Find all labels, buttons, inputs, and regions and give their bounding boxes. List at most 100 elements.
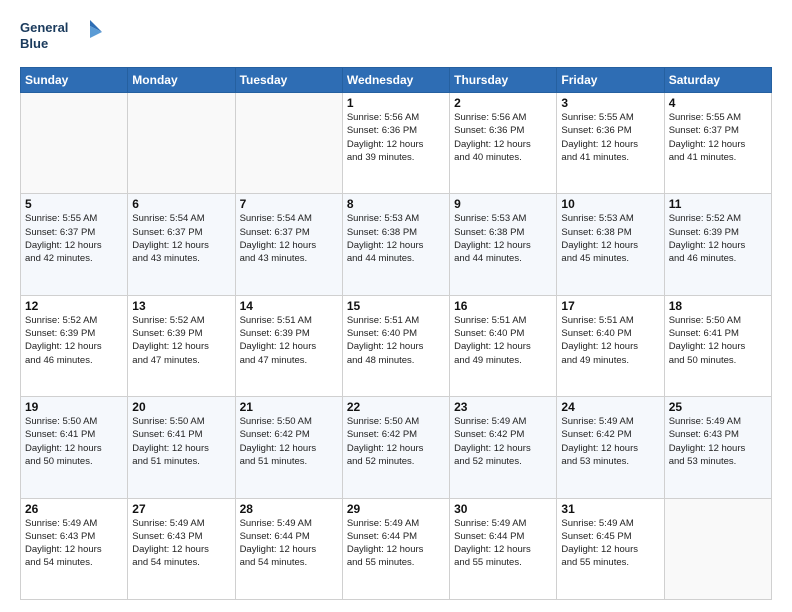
- day-header-saturday: Saturday: [664, 68, 771, 93]
- day-number: 6: [132, 197, 230, 211]
- calendar-cell: 11Sunrise: 5:52 AM Sunset: 6:39 PM Dayli…: [664, 194, 771, 295]
- calendar-cell: 18Sunrise: 5:50 AM Sunset: 6:41 PM Dayli…: [664, 295, 771, 396]
- day-number: 27: [132, 502, 230, 516]
- calendar-cell: 5Sunrise: 5:55 AM Sunset: 6:37 PM Daylig…: [21, 194, 128, 295]
- calendar-cell: 16Sunrise: 5:51 AM Sunset: 6:40 PM Dayli…: [450, 295, 557, 396]
- day-info: Sunrise: 5:56 AM Sunset: 6:36 PM Dayligh…: [347, 111, 445, 164]
- day-number: 18: [669, 299, 767, 313]
- day-number: 30: [454, 502, 552, 516]
- logo-text: General Blue: [20, 16, 110, 59]
- day-info: Sunrise: 5:55 AM Sunset: 6:37 PM Dayligh…: [669, 111, 767, 164]
- day-info: Sunrise: 5:53 AM Sunset: 6:38 PM Dayligh…: [454, 212, 552, 265]
- day-number: 17: [561, 299, 659, 313]
- day-info: Sunrise: 5:52 AM Sunset: 6:39 PM Dayligh…: [669, 212, 767, 265]
- day-number: 7: [240, 197, 338, 211]
- day-number: 1: [347, 96, 445, 110]
- day-info: Sunrise: 5:52 AM Sunset: 6:39 PM Dayligh…: [25, 314, 123, 367]
- calendar-cell: 26Sunrise: 5:49 AM Sunset: 6:43 PM Dayli…: [21, 498, 128, 599]
- day-info: Sunrise: 5:49 AM Sunset: 6:43 PM Dayligh…: [132, 517, 230, 570]
- calendar-cell: 22Sunrise: 5:50 AM Sunset: 6:42 PM Dayli…: [342, 397, 449, 498]
- day-number: 23: [454, 400, 552, 414]
- day-info: Sunrise: 5:50 AM Sunset: 6:42 PM Dayligh…: [240, 415, 338, 468]
- week-row-1: 5Sunrise: 5:55 AM Sunset: 6:37 PM Daylig…: [21, 194, 772, 295]
- day-info: Sunrise: 5:49 AM Sunset: 6:44 PM Dayligh…: [240, 517, 338, 570]
- day-number: 26: [25, 502, 123, 516]
- day-number: 24: [561, 400, 659, 414]
- day-number: 14: [240, 299, 338, 313]
- day-number: 20: [132, 400, 230, 414]
- day-info: Sunrise: 5:49 AM Sunset: 6:42 PM Dayligh…: [561, 415, 659, 468]
- day-header-monday: Monday: [128, 68, 235, 93]
- calendar-cell: 8Sunrise: 5:53 AM Sunset: 6:38 PM Daylig…: [342, 194, 449, 295]
- day-info: Sunrise: 5:51 AM Sunset: 6:40 PM Dayligh…: [347, 314, 445, 367]
- calendar-cell: 6Sunrise: 5:54 AM Sunset: 6:37 PM Daylig…: [128, 194, 235, 295]
- day-info: Sunrise: 5:49 AM Sunset: 6:43 PM Dayligh…: [25, 517, 123, 570]
- calendar-cell: 17Sunrise: 5:51 AM Sunset: 6:40 PM Dayli…: [557, 295, 664, 396]
- svg-text:General: General: [20, 20, 68, 35]
- day-number: 21: [240, 400, 338, 414]
- day-info: Sunrise: 5:49 AM Sunset: 6:44 PM Dayligh…: [454, 517, 552, 570]
- day-number: 10: [561, 197, 659, 211]
- calendar-cell: 30Sunrise: 5:49 AM Sunset: 6:44 PM Dayli…: [450, 498, 557, 599]
- day-number: 2: [454, 96, 552, 110]
- calendar-cell: 25Sunrise: 5:49 AM Sunset: 6:43 PM Dayli…: [664, 397, 771, 498]
- day-number: 9: [454, 197, 552, 211]
- calendar-cell: 7Sunrise: 5:54 AM Sunset: 6:37 PM Daylig…: [235, 194, 342, 295]
- calendar-cell: 2Sunrise: 5:56 AM Sunset: 6:36 PM Daylig…: [450, 93, 557, 194]
- calendar-cell: 31Sunrise: 5:49 AM Sunset: 6:45 PM Dayli…: [557, 498, 664, 599]
- day-info: Sunrise: 5:49 AM Sunset: 6:43 PM Dayligh…: [669, 415, 767, 468]
- day-header-sunday: Sunday: [21, 68, 128, 93]
- day-info: Sunrise: 5:49 AM Sunset: 6:44 PM Dayligh…: [347, 517, 445, 570]
- calendar-cell: 12Sunrise: 5:52 AM Sunset: 6:39 PM Dayli…: [21, 295, 128, 396]
- day-number: 8: [347, 197, 445, 211]
- logo: General Blue: [20, 16, 110, 59]
- day-number: 16: [454, 299, 552, 313]
- day-header-thursday: Thursday: [450, 68, 557, 93]
- week-row-0: 1Sunrise: 5:56 AM Sunset: 6:36 PM Daylig…: [21, 93, 772, 194]
- calendar-cell: 20Sunrise: 5:50 AM Sunset: 6:41 PM Dayli…: [128, 397, 235, 498]
- calendar-cell: 19Sunrise: 5:50 AM Sunset: 6:41 PM Dayli…: [21, 397, 128, 498]
- day-number: 22: [347, 400, 445, 414]
- week-row-2: 12Sunrise: 5:52 AM Sunset: 6:39 PM Dayli…: [21, 295, 772, 396]
- day-info: Sunrise: 5:49 AM Sunset: 6:42 PM Dayligh…: [454, 415, 552, 468]
- calendar-cell: 27Sunrise: 5:49 AM Sunset: 6:43 PM Dayli…: [128, 498, 235, 599]
- day-header-tuesday: Tuesday: [235, 68, 342, 93]
- day-info: Sunrise: 5:54 AM Sunset: 6:37 PM Dayligh…: [240, 212, 338, 265]
- calendar-cell: 9Sunrise: 5:53 AM Sunset: 6:38 PM Daylig…: [450, 194, 557, 295]
- day-info: Sunrise: 5:50 AM Sunset: 6:41 PM Dayligh…: [25, 415, 123, 468]
- week-row-3: 19Sunrise: 5:50 AM Sunset: 6:41 PM Dayli…: [21, 397, 772, 498]
- header: General Blue: [20, 16, 772, 59]
- calendar-cell: 13Sunrise: 5:52 AM Sunset: 6:39 PM Dayli…: [128, 295, 235, 396]
- day-info: Sunrise: 5:50 AM Sunset: 6:41 PM Dayligh…: [132, 415, 230, 468]
- day-info: Sunrise: 5:51 AM Sunset: 6:40 PM Dayligh…: [561, 314, 659, 367]
- logo-svg: General Blue: [20, 16, 110, 54]
- calendar: SundayMondayTuesdayWednesdayThursdayFrid…: [20, 67, 772, 600]
- day-info: Sunrise: 5:49 AM Sunset: 6:45 PM Dayligh…: [561, 517, 659, 570]
- day-number: 31: [561, 502, 659, 516]
- day-number: 12: [25, 299, 123, 313]
- day-info: Sunrise: 5:51 AM Sunset: 6:39 PM Dayligh…: [240, 314, 338, 367]
- day-header-wednesday: Wednesday: [342, 68, 449, 93]
- day-number: 4: [669, 96, 767, 110]
- calendar-cell: 23Sunrise: 5:49 AM Sunset: 6:42 PM Dayli…: [450, 397, 557, 498]
- calendar-cell: 21Sunrise: 5:50 AM Sunset: 6:42 PM Dayli…: [235, 397, 342, 498]
- calendar-cell: [664, 498, 771, 599]
- day-info: Sunrise: 5:55 AM Sunset: 6:37 PM Dayligh…: [25, 212, 123, 265]
- day-number: 25: [669, 400, 767, 414]
- day-number: 28: [240, 502, 338, 516]
- header-row: SundayMondayTuesdayWednesdayThursdayFrid…: [21, 68, 772, 93]
- day-number: 5: [25, 197, 123, 211]
- calendar-cell: [128, 93, 235, 194]
- calendar-cell: 4Sunrise: 5:55 AM Sunset: 6:37 PM Daylig…: [664, 93, 771, 194]
- calendar-header: SundayMondayTuesdayWednesdayThursdayFrid…: [21, 68, 772, 93]
- calendar-cell: 24Sunrise: 5:49 AM Sunset: 6:42 PM Dayli…: [557, 397, 664, 498]
- day-info: Sunrise: 5:53 AM Sunset: 6:38 PM Dayligh…: [561, 212, 659, 265]
- calendar-cell: [235, 93, 342, 194]
- page: General Blue SundayMondayTuesdayWednesda…: [0, 0, 792, 612]
- calendar-cell: 3Sunrise: 5:55 AM Sunset: 6:36 PM Daylig…: [557, 93, 664, 194]
- calendar-cell: 29Sunrise: 5:49 AM Sunset: 6:44 PM Dayli…: [342, 498, 449, 599]
- calendar-cell: [21, 93, 128, 194]
- day-number: 15: [347, 299, 445, 313]
- day-info: Sunrise: 5:51 AM Sunset: 6:40 PM Dayligh…: [454, 314, 552, 367]
- svg-text:Blue: Blue: [20, 36, 48, 51]
